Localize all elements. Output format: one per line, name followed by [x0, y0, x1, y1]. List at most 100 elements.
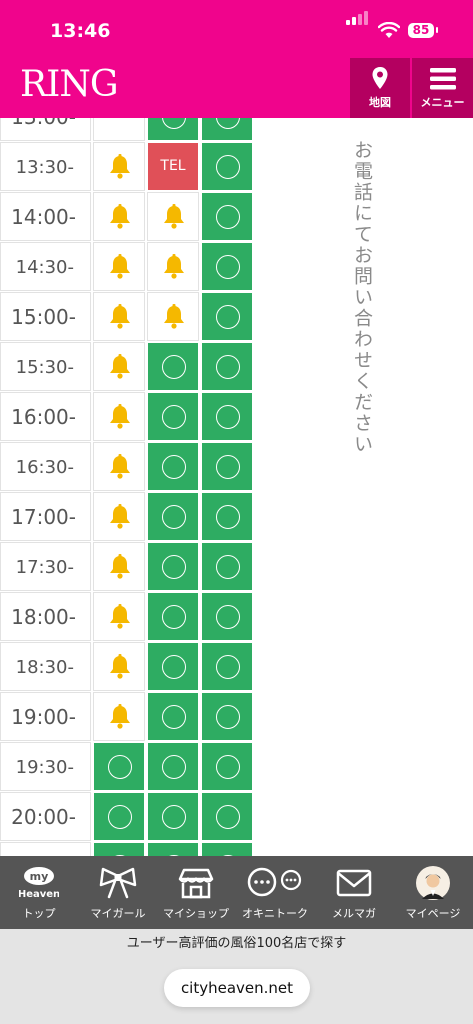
app-header: RING 地図 メニュー	[0, 58, 473, 118]
available-slot[interactable]	[147, 392, 199, 441]
notify-slot[interactable]	[93, 542, 145, 591]
time-slot-label: 14:30-	[0, 242, 91, 291]
mail-icon	[336, 869, 372, 897]
available-slot[interactable]	[201, 242, 253, 291]
available-slot[interactable]	[201, 792, 253, 841]
schedule-row: 15:00-	[0, 292, 256, 342]
status-time: 13:46	[50, 20, 111, 42]
available-slot[interactable]	[147, 692, 199, 741]
tel-slot[interactable]: TEL	[147, 142, 199, 191]
site-logo[interactable]: RING	[20, 64, 119, 105]
available-slot[interactable]	[147, 592, 199, 641]
bottom-caption: ユーザー高評価の風俗100名店で探す	[126, 936, 347, 951]
notify-slot[interactable]	[93, 392, 145, 441]
url-bar[interactable]: cityheaven.net	[164, 969, 310, 1007]
time-slot-label: 15:00-	[0, 292, 91, 341]
battery-tip	[436, 27, 438, 33]
tab-okini-talk-label: オキニトーク	[242, 907, 308, 920]
available-circle-icon	[216, 455, 240, 479]
notify-slot[interactable]	[93, 192, 145, 241]
available-circle-icon	[162, 655, 186, 679]
available-slot[interactable]	[201, 742, 253, 791]
tab-mail-magazine-label: メルマガ	[332, 907, 376, 920]
available-slot[interactable]	[201, 192, 253, 241]
notify-slot[interactable]	[147, 292, 199, 341]
available-circle-icon	[216, 505, 240, 529]
map-label: 地図	[369, 96, 391, 109]
available-circle-icon	[216, 405, 240, 429]
time-slot-label: 13:00-	[0, 118, 91, 141]
tab-my-shop-label: マイショップ	[163, 907, 229, 920]
available-circle-icon	[162, 505, 186, 529]
available-circle-icon	[162, 118, 186, 129]
available-slot[interactable]	[93, 842, 145, 856]
available-slot[interactable]	[201, 542, 253, 591]
tab-mail-magazine[interactable]: メルマガ	[315, 856, 393, 929]
time-slot-label: 20:00-	[0, 792, 91, 841]
available-circle-icon	[162, 355, 186, 379]
available-circle-icon	[216, 305, 240, 329]
notify-slot[interactable]	[93, 242, 145, 291]
tab-okini-talk[interactable]: オキニトーク	[236, 856, 314, 929]
available-slot[interactable]	[201, 642, 253, 691]
notify-slot[interactable]	[93, 442, 145, 491]
empty-slot	[93, 118, 145, 141]
notify-slot[interactable]	[147, 242, 199, 291]
time-slot-label: 16:00-	[0, 392, 91, 441]
available-slot[interactable]	[147, 642, 199, 691]
time-slot-label: 17:00-	[0, 492, 91, 541]
available-slot[interactable]	[147, 542, 199, 591]
available-slot[interactable]	[201, 342, 253, 391]
available-slot[interactable]	[147, 442, 199, 491]
available-circle-icon	[108, 805, 132, 829]
notify-slot[interactable]	[93, 642, 145, 691]
available-slot[interactable]	[201, 392, 253, 441]
available-slot[interactable]	[147, 792, 199, 841]
status-bar: 13:46 85	[0, 0, 473, 58]
available-slot[interactable]	[201, 842, 253, 856]
notify-slot[interactable]	[93, 292, 145, 341]
available-circle-icon	[216, 555, 240, 579]
available-circle-icon	[216, 118, 240, 129]
available-slot[interactable]	[201, 292, 253, 341]
notify-slot[interactable]	[93, 492, 145, 541]
time-slot-label: 16:30-	[0, 442, 91, 491]
schedule-row: 14:00-	[0, 192, 256, 242]
my-heaven-icon-bottom-text: Heaven	[19, 889, 59, 900]
notify-slot[interactable]	[93, 342, 145, 391]
available-slot[interactable]	[147, 742, 199, 791]
chat-icon	[247, 867, 302, 897]
map-button[interactable]: 地図	[350, 58, 410, 118]
schedule-row: 17:00-	[0, 492, 256, 542]
schedule-row: 17:30-	[0, 542, 256, 592]
schedule-row: 19:30-	[0, 742, 256, 792]
time-slot-label: 18:00-	[0, 592, 91, 641]
shop-icon	[178, 868, 214, 899]
available-slot[interactable]	[201, 492, 253, 541]
available-slot[interactable]	[201, 442, 253, 491]
tab-my-page[interactable]: マイページ	[394, 856, 472, 929]
tab-top[interactable]: my Heaven トップ	[0, 856, 78, 929]
notify-slot[interactable]	[93, 592, 145, 641]
available-circle-icon	[216, 755, 240, 779]
available-slot[interactable]	[147, 342, 199, 391]
available-slot[interactable]	[93, 742, 145, 791]
available-slot[interactable]	[93, 792, 145, 841]
available-slot[interactable]	[147, 492, 199, 541]
tab-my-girl[interactable]: マイガール	[79, 856, 157, 929]
available-slot[interactable]	[147, 842, 199, 856]
schedule-row: 16:30-	[0, 442, 256, 492]
notify-slot[interactable]	[147, 192, 199, 241]
notify-slot[interactable]	[93, 692, 145, 741]
available-slot[interactable]	[147, 118, 199, 141]
available-slot[interactable]	[201, 142, 253, 191]
schedule-row: 14:30-	[0, 242, 256, 292]
menu-button[interactable]: メニュー	[412, 58, 473, 118]
time-slot-label: 19:00-	[0, 692, 91, 741]
notify-slot[interactable]	[93, 142, 145, 191]
available-slot[interactable]	[201, 692, 253, 741]
tab-top-label: トップ	[22, 907, 56, 920]
tab-my-shop[interactable]: マイショップ	[157, 856, 235, 929]
available-slot[interactable]	[201, 118, 253, 141]
available-slot[interactable]	[201, 592, 253, 641]
